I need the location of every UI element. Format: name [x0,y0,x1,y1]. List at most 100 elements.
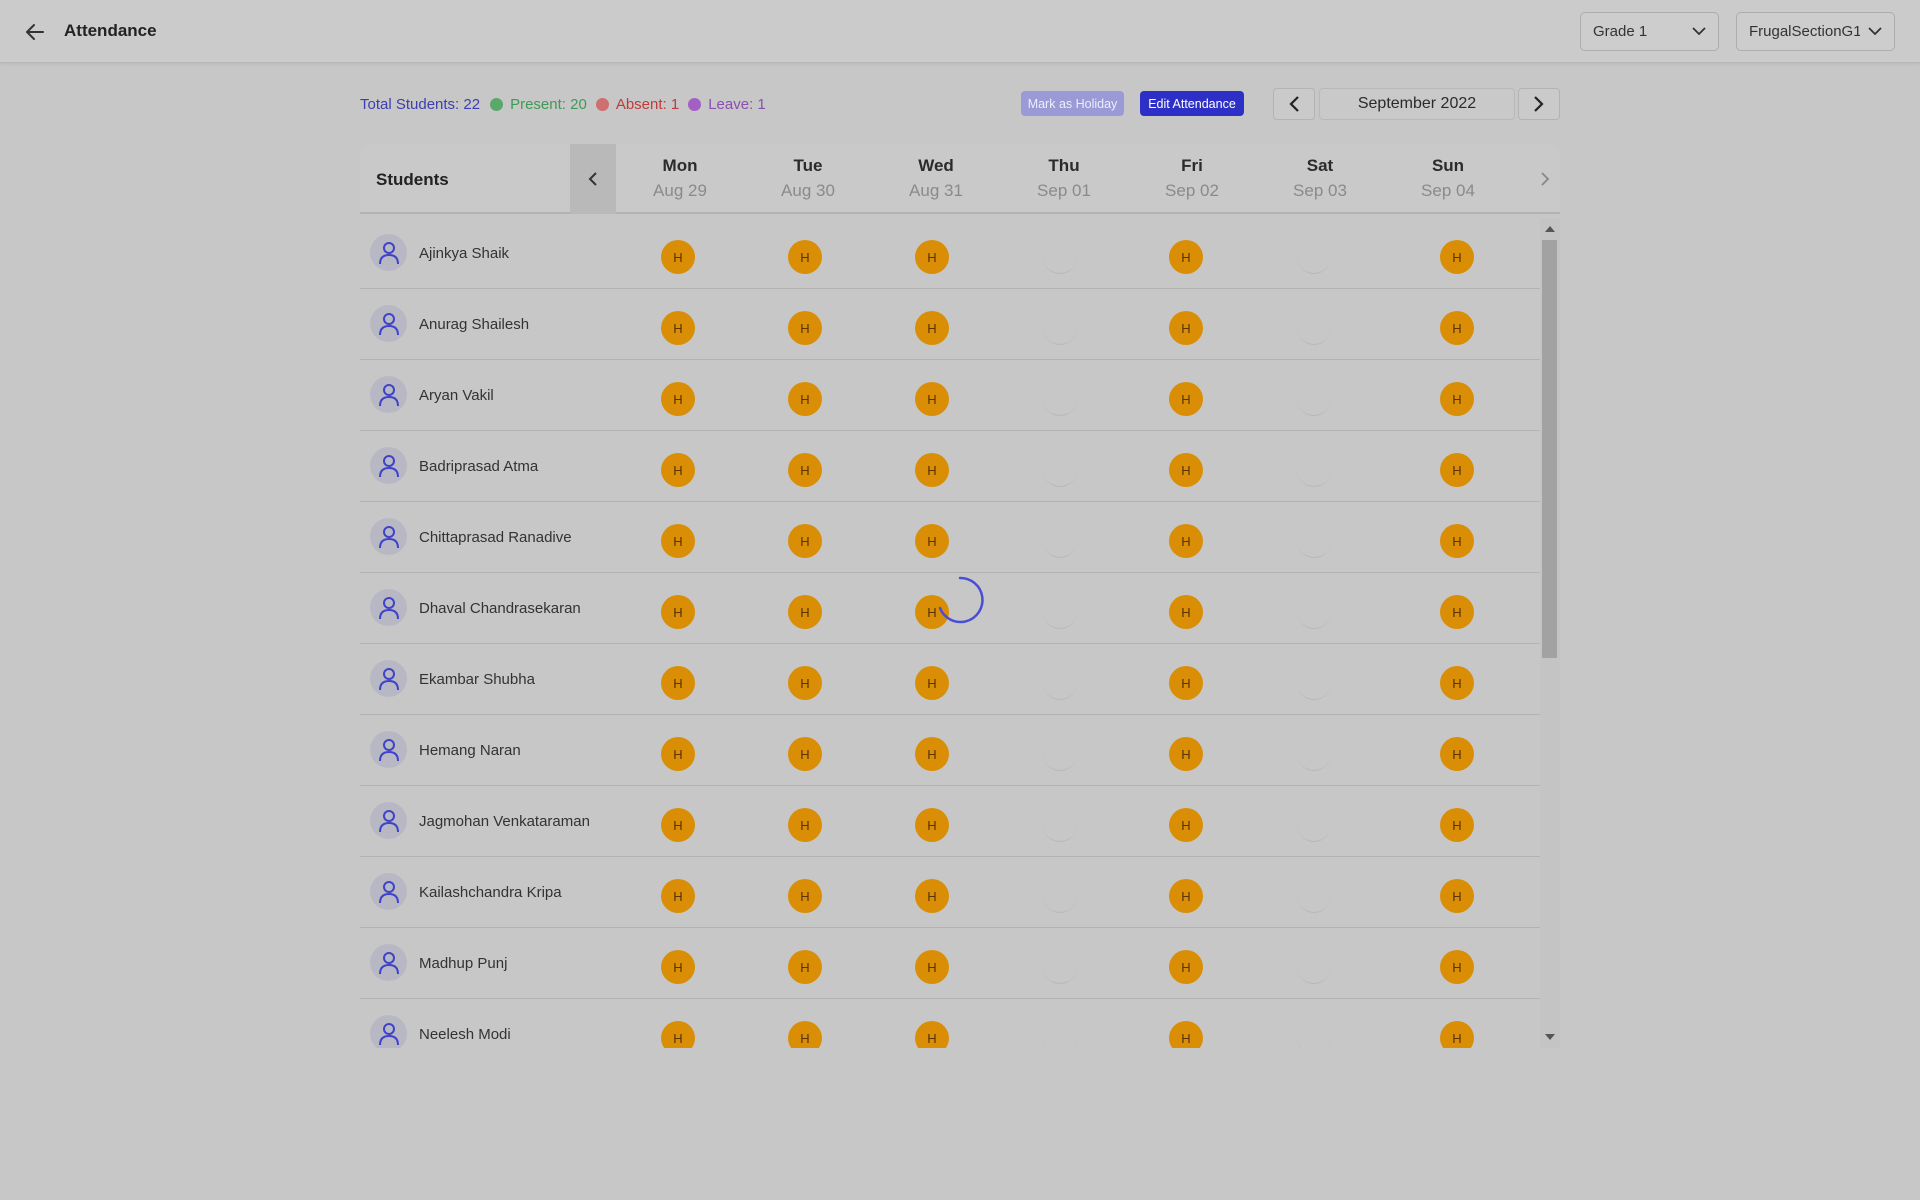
previous-week-button[interactable] [570,144,616,214]
holiday-mark[interactable]: H [1440,311,1474,345]
empty-attendance-cell[interactable] [1297,382,1331,416]
empty-attendance-cell[interactable] [1043,382,1077,416]
holiday-mark[interactable]: H [661,879,695,913]
holiday-mark[interactable]: H [1440,1021,1474,1048]
scroll-up-arrow[interactable] [1545,226,1555,232]
holiday-mark[interactable]: H [1169,879,1203,913]
empty-attendance-cell[interactable] [1043,453,1077,487]
holiday-mark[interactable]: H [1169,808,1203,842]
empty-attendance-cell[interactable] [1297,524,1331,558]
mark-holiday-button[interactable]: Mark as Holiday [1021,91,1124,116]
holiday-mark[interactable]: H [661,595,695,629]
holiday-mark[interactable]: H [661,737,695,771]
empty-attendance-cell[interactable] [1297,666,1331,700]
day-name: Mon [662,156,698,175]
holiday-mark[interactable]: H [788,524,822,558]
holiday-mark[interactable]: H [1169,950,1203,984]
holiday-mark[interactable]: H [788,737,822,771]
holiday-mark[interactable]: H [1440,666,1474,700]
holiday-mark[interactable]: H [1440,595,1474,629]
holiday-mark[interactable]: H [788,382,822,416]
holiday-mark[interactable]: H [788,595,822,629]
empty-attendance-cell[interactable] [1297,453,1331,487]
empty-attendance-cell[interactable] [1297,950,1331,984]
student-name: Badriprasad Atma [419,458,539,475]
holiday-mark[interactable]: H [788,311,822,345]
empty-attendance-cell[interactable] [1297,808,1331,842]
holiday-mark[interactable]: H [661,524,695,558]
holiday-mark[interactable]: H [788,453,822,487]
scroll-down-arrow[interactable] [1545,1034,1555,1040]
holiday-mark[interactable]: H [788,879,822,913]
holiday-mark[interactable]: H [788,808,822,842]
previous-month-button[interactable] [1273,88,1315,120]
empty-attendance-cell[interactable] [1297,1021,1331,1048]
empty-attendance-cell[interactable] [1297,879,1331,913]
holiday-mark[interactable]: H [915,879,949,913]
holiday-mark[interactable]: H [661,453,695,487]
holiday-mark[interactable]: H [1440,808,1474,842]
holiday-mark[interactable]: H [788,950,822,984]
holiday-mark[interactable]: H [915,737,949,771]
holiday-mark[interactable]: H [1169,453,1203,487]
holiday-mark[interactable]: H [1440,737,1474,771]
edit-attendance-button[interactable]: Edit Attendance [1140,91,1244,116]
empty-attendance-cell[interactable] [1043,240,1077,274]
scroll-thumb[interactable] [1542,240,1557,658]
holiday-mark[interactable]: H [915,311,949,345]
empty-attendance-cell[interactable] [1043,595,1077,629]
grade-select[interactable]: Grade 1 [1580,12,1719,51]
empty-attendance-cell[interactable] [1043,524,1077,558]
holiday-mark[interactable]: H [1169,382,1203,416]
holiday-mark[interactable]: H [915,666,949,700]
holiday-mark[interactable]: H [1440,879,1474,913]
holiday-mark[interactable]: H [1169,666,1203,700]
holiday-mark[interactable]: H [661,1021,695,1048]
empty-attendance-cell[interactable] [1043,950,1077,984]
table-row: Anurag Shailesh H H H H H [360,289,1540,360]
empty-attendance-cell[interactable] [1043,879,1077,913]
holiday-mark[interactable]: H [1440,382,1474,416]
holiday-mark[interactable]: H [661,311,695,345]
holiday-mark[interactable]: H [915,524,949,558]
holiday-mark[interactable]: H [915,240,949,274]
holiday-mark[interactable]: H [1440,453,1474,487]
holiday-mark[interactable]: H [915,1021,949,1048]
holiday-mark[interactable]: H [661,666,695,700]
empty-attendance-cell[interactable] [1297,595,1331,629]
empty-attendance-cell[interactable] [1297,737,1331,771]
empty-attendance-cell[interactable] [1043,737,1077,771]
back-button[interactable] [20,18,50,46]
empty-attendance-cell[interactable] [1043,311,1077,345]
holiday-mark[interactable]: H [788,1021,822,1048]
empty-attendance-cell[interactable] [1043,808,1077,842]
next-month-button[interactable] [1518,88,1560,120]
holiday-mark[interactable]: H [788,240,822,274]
holiday-mark[interactable]: H [915,382,949,416]
holiday-mark[interactable]: H [915,453,949,487]
holiday-mark[interactable]: H [788,666,822,700]
holiday-mark[interactable]: H [1169,737,1203,771]
empty-attendance-cell[interactable] [1297,240,1331,274]
empty-attendance-cell[interactable] [1297,311,1331,345]
holiday-mark[interactable]: H [661,382,695,416]
holiday-mark[interactable]: H [1440,240,1474,274]
table-scrollbar[interactable] [1540,218,1560,1048]
holiday-mark[interactable]: H [661,240,695,274]
holiday-mark[interactable]: H [1169,240,1203,274]
holiday-mark[interactable]: H [1169,1021,1203,1048]
holiday-mark[interactable]: H [1169,524,1203,558]
holiday-mark[interactable]: H [661,808,695,842]
student-name: Jagmohan Venkataraman [419,813,590,830]
holiday-mark[interactable]: H [915,808,949,842]
next-week-button[interactable] [1530,144,1560,214]
holiday-mark[interactable]: H [915,950,949,984]
empty-attendance-cell[interactable] [1043,1021,1077,1048]
empty-attendance-cell[interactable] [1043,666,1077,700]
section-select[interactable]: FrugalSectionG1 [1736,12,1895,51]
holiday-mark[interactable]: H [1440,524,1474,558]
holiday-mark[interactable]: H [1440,950,1474,984]
holiday-mark[interactable]: H [1169,311,1203,345]
holiday-mark[interactable]: H [1169,595,1203,629]
holiday-mark[interactable]: H [661,950,695,984]
